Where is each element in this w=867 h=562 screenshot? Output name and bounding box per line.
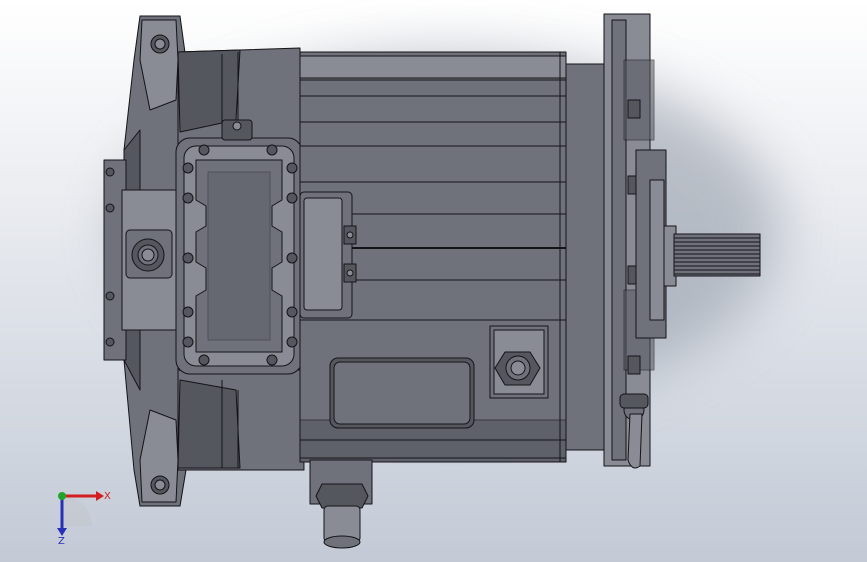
left-end-flange[interactable] (103, 159, 179, 361)
cad-viewport[interactable]: X Z (0, 0, 867, 562)
cable-gland[interactable] (489, 325, 549, 399)
sensor-block[interactable] (299, 191, 357, 319)
triad-z-label: Z (58, 536, 65, 547)
terminal-box[interactable] (175, 119, 303, 375)
triad-x-label: X (104, 491, 111, 502)
